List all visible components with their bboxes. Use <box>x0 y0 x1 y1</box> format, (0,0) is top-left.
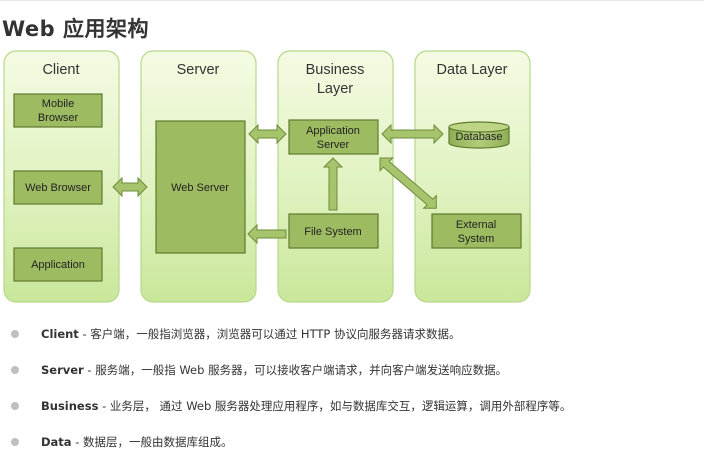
mobile-browser-label-line2: Browser <box>38 112 79 124</box>
list-item-line: Data - 数据层，一般由数据库组成。 <box>41 432 233 452</box>
list-item-term: Server <box>41 363 84 377</box>
mobile-browser-label-line1: Mobile <box>42 98 74 110</box>
architecture-diagram: Client Server Business Layer Data Layer … <box>3 50 531 303</box>
bullet-icon <box>11 330 19 338</box>
list-item: Client - 客户端，一般指浏览器，浏览器可以通过 HTTP 协议向服务器请… <box>0 324 700 344</box>
list-item-line: Business - 业务层， 通过 Web 服务器处理应用程序，如与数据库交互… <box>41 396 571 416</box>
list-item-text: - 客户端，一般指浏览器，浏览器可以通过 HTTP 协议向服务器请求数据。 <box>78 327 461 341</box>
file-system-label: File System <box>304 226 361 238</box>
bullet-icon <box>11 438 19 446</box>
list-item-line: Client - 客户端，一般指浏览器，浏览器可以通过 HTTP 协议向服务器请… <box>41 324 461 344</box>
list-item-term: Business <box>41 399 99 413</box>
list-item-term: Client <box>41 327 79 341</box>
external-system-label-line2: System <box>458 233 495 245</box>
server-column-title: Server <box>177 62 220 78</box>
database-label: Database <box>455 131 502 143</box>
list-item-text: - 数据层，一般由数据库组成。 <box>71 435 233 449</box>
appserver-database-double-arrow <box>381 123 444 145</box>
data-column-title: Data Layer <box>437 62 508 78</box>
application-server-label-line2: Server <box>317 139 350 151</box>
list-item: Server - 服务端，一般指 Web 服务器，可以接收客户端请求，并向客户端… <box>0 360 700 380</box>
list-item: Data - 数据层，一般由数据库组成。 <box>0 432 700 452</box>
application-server-label-line1: Application <box>306 125 360 137</box>
web-server-label: Web Server <box>171 182 229 194</box>
list-item: Business - 业务层， 通过 Web 服务器处理应用程序，如与数据库交互… <box>0 396 700 416</box>
list-item-text: - 服务端，一般指 Web 服务器，可以接收客户端请求，并向客户端发送响应数据。 <box>83 363 508 377</box>
bullet-icon <box>11 366 19 374</box>
business-column-title-line1: Business <box>306 62 365 78</box>
list-item-term: Data <box>41 435 72 449</box>
bullet-icon <box>11 402 19 410</box>
client-column-title: Client <box>42 62 79 78</box>
application-label: Application <box>31 259 85 271</box>
list-item-line: Server - 服务端，一般指 Web 服务器，可以接收客户端请求，并向客户端… <box>41 360 507 380</box>
web-browser-label: Web Browser <box>25 182 91 194</box>
business-column-title-line2: Layer <box>317 81 353 97</box>
list-item-text: - 业务层， 通过 Web 服务器处理应用程序，如与数据库交互，逻辑运算，调用外… <box>98 399 572 413</box>
external-system-label-line1: External <box>456 219 496 231</box>
data-column <box>414 50 531 303</box>
